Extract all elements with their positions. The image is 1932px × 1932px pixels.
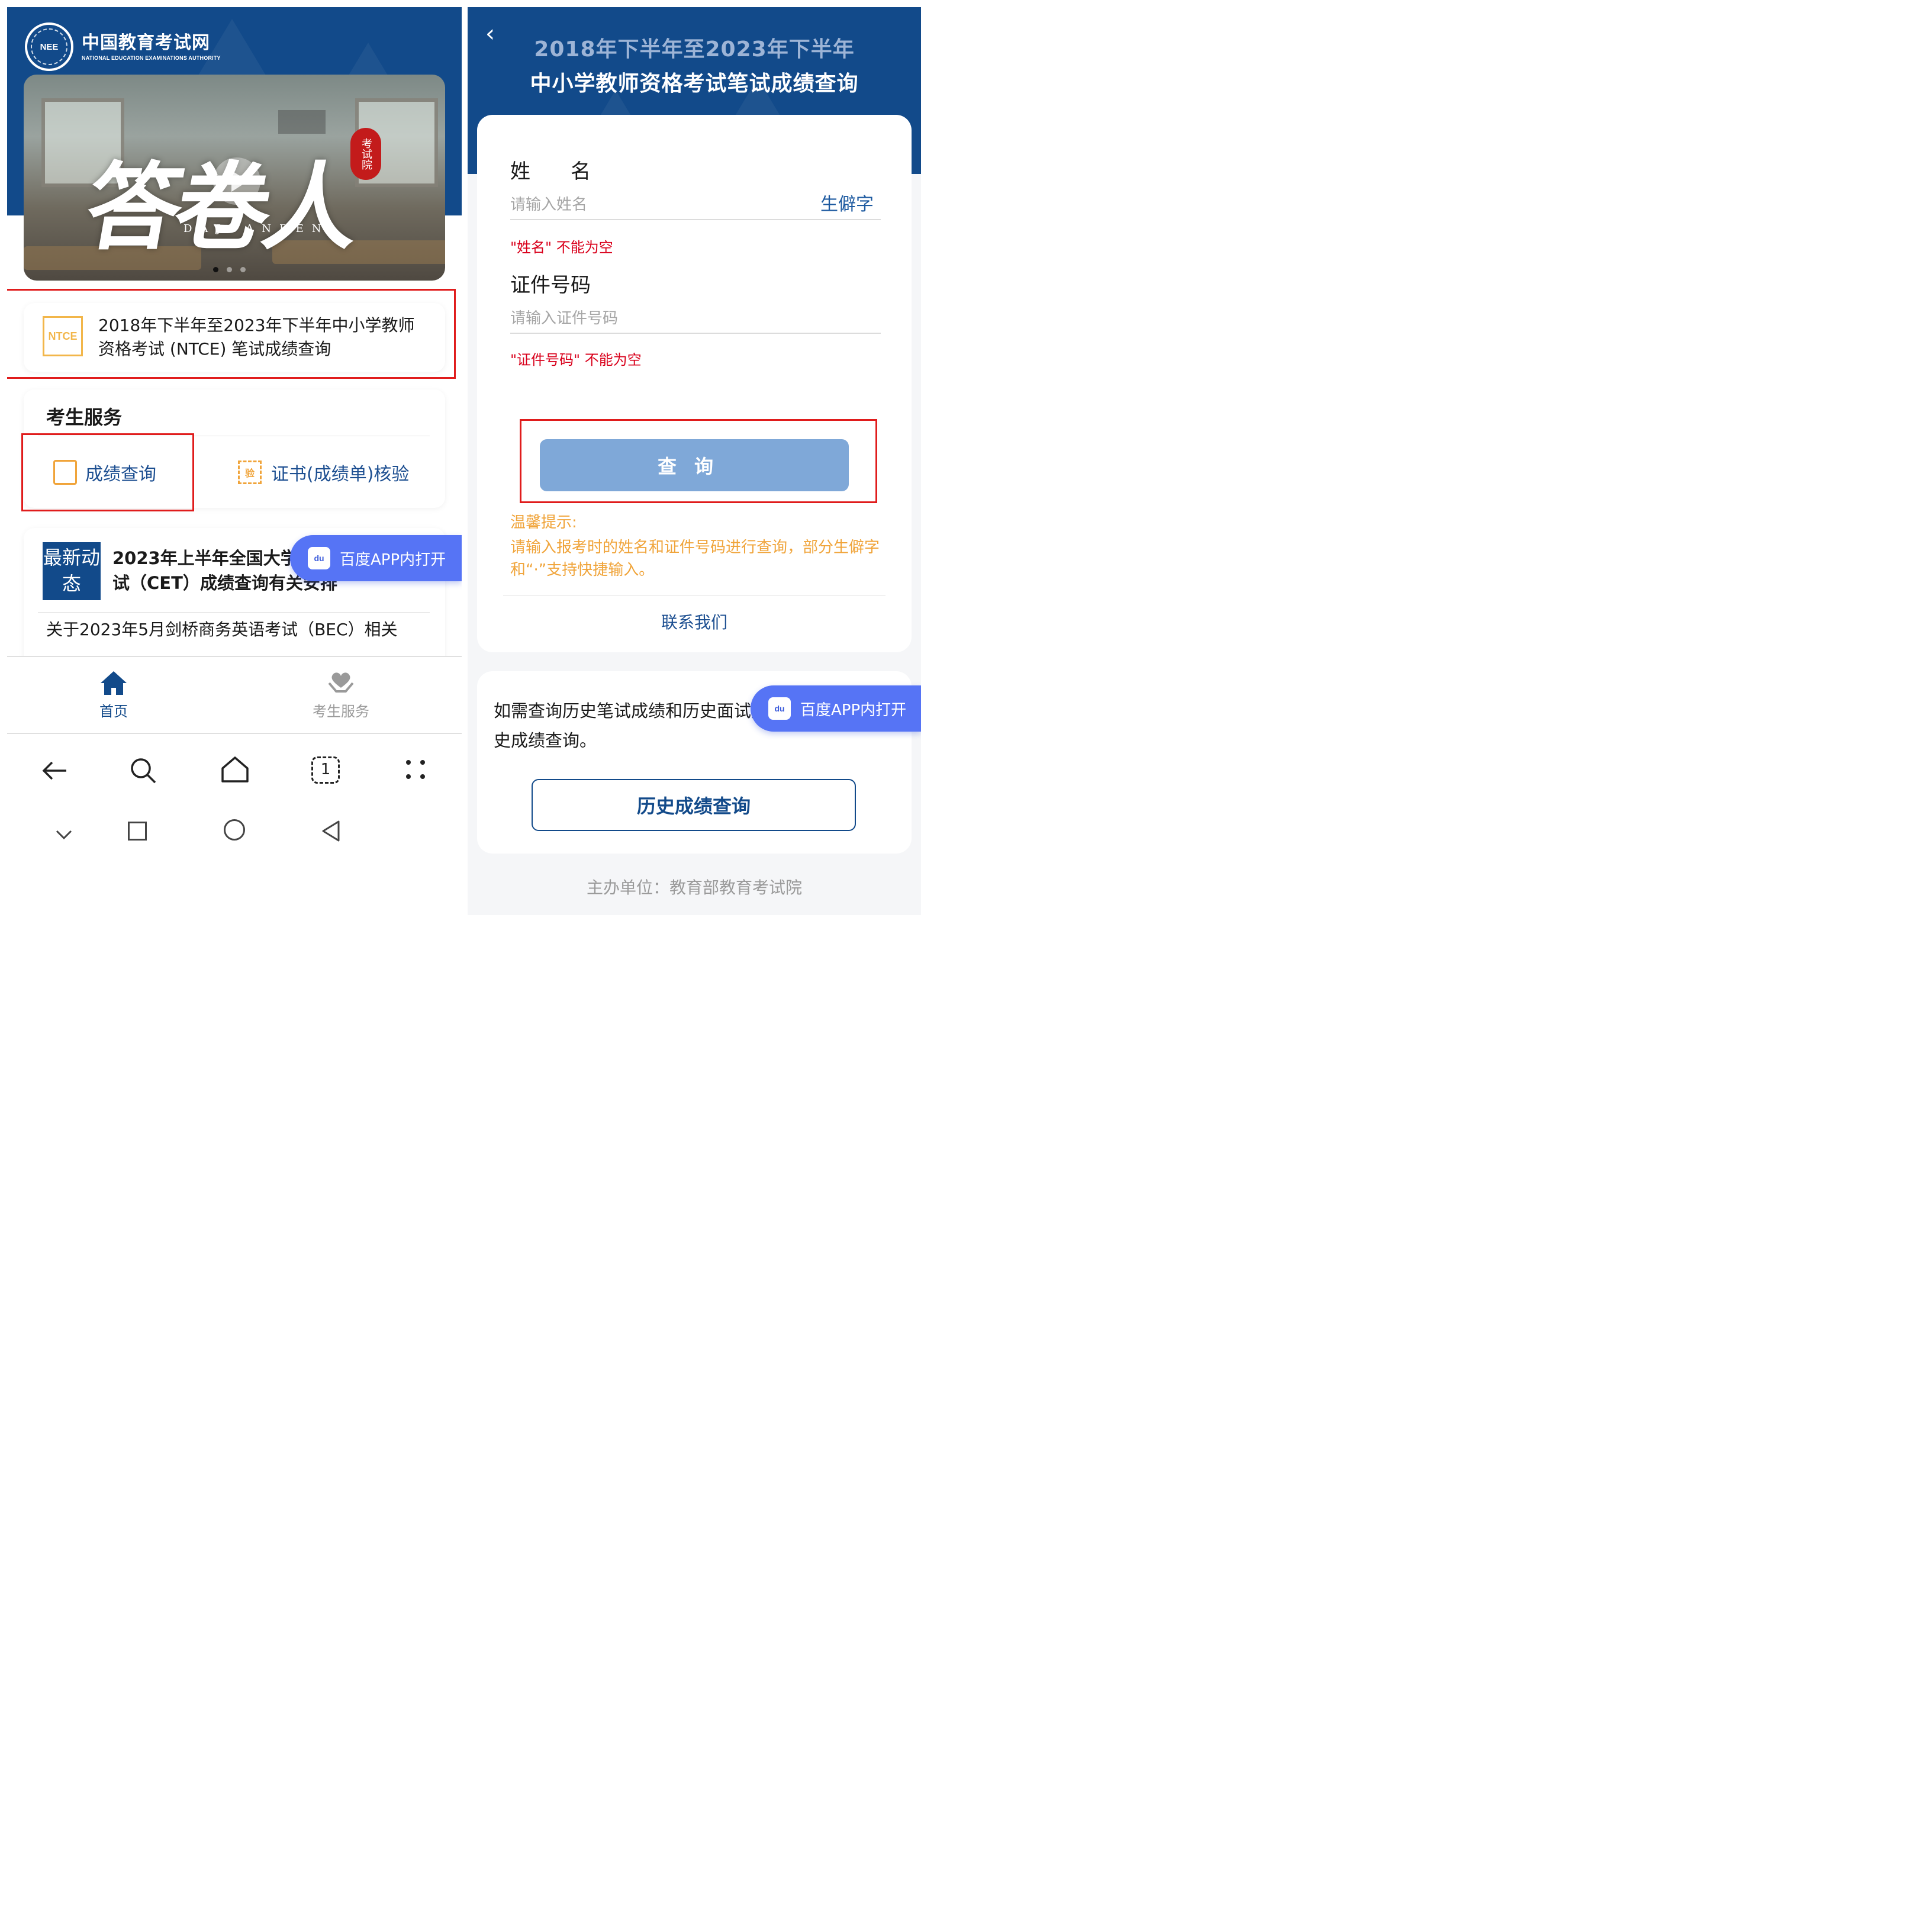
name-error: "姓名" 不能为空: [510, 239, 613, 256]
site-logo[interactable]: NEE 中国教育考试网 NATIONAL EDUCATION EXAMINATI…: [25, 22, 221, 71]
news-badge: 最新动态: [43, 542, 101, 600]
heart-service-icon: [328, 672, 354, 693]
tip-text: 请输入报考时的姓名和证件号码进行查询，部分生僻字和“·”支持快捷输入。: [510, 539, 880, 579]
id-label: 证件号码: [510, 273, 591, 297]
highlight-box: [520, 419, 877, 503]
site-name: 中国教育考试网: [82, 33, 210, 53]
page-title-line2: 中小学教师资格考试笔试成绩查询: [530, 72, 859, 96]
certificate-verify-link[interactable]: 验 证书(成绩单)核验: [238, 459, 409, 485]
carousel-dot[interactable]: [240, 267, 246, 272]
tip-title: 温馨提示:: [510, 514, 577, 532]
carousel-dot[interactable]: [213, 267, 218, 272]
banner-subtitle: DAJUANREN: [183, 223, 330, 235]
tab-home[interactable]: 首页: [54, 670, 173, 720]
site-name-en: NATIONAL EDUCATION EXAMINATIONS AUTHORIT…: [82, 55, 221, 61]
collapse-icon[interactable]: [54, 827, 73, 842]
home-circle-icon[interactable]: [224, 819, 245, 841]
highlight-box: [21, 433, 194, 511]
baidu-app-icon: du: [768, 697, 791, 720]
tab-candidate-services[interactable]: 考生服务: [282, 670, 400, 720]
home-icon: [101, 671, 127, 695]
right-screenshot: ‹ 2018年下半年至2023年下半年 中小学教师资格考试笔试成绩查询 姓 名 …: [468, 7, 921, 915]
organizer-footer: 主办单位：教育部教育考试院: [586, 878, 802, 897]
certificate-verify-icon: 验: [238, 461, 262, 484]
bottom-tab-bar: 首页 考生服务: [7, 656, 462, 734]
play-icon[interactable]: [213, 157, 260, 205]
open-in-baidu-button[interactable]: du 百度APP内打开: [751, 685, 921, 732]
seal-stamp: 考试院: [350, 128, 381, 180]
tabs-icon[interactable]: 1: [311, 756, 340, 784]
nee-logo-icon: NEE: [25, 22, 73, 71]
news-item[interactable]: 关于2023年5月剑桥商务英语考试（BEC）相关: [46, 618, 431, 642]
left-screenshot: NEE 中国教育考试网 NATIONAL EDUCATION EXAMINATI…: [7, 7, 462, 913]
id-number-input[interactable]: [510, 304, 881, 334]
page-title-line1: 2018年下半年至2023年下半年: [534, 37, 855, 62]
rare-char-button[interactable]: 生僻字: [820, 189, 874, 215]
back-arrow-icon[interactable]: [40, 758, 69, 784]
browser-toolbar: 1: [7, 734, 462, 913]
name-label: 姓 名: [510, 160, 591, 183]
score-query-form: 姓 名 生僻字 "姓名" 不能为空 证件号码 "证件号码" 不能为空 查询 温馨…: [477, 115, 912, 652]
back-triangle-icon[interactable]: [320, 819, 341, 843]
video-banner[interactable]: 答卷人 考试院 DAJUANREN: [24, 75, 445, 281]
recent-apps-icon[interactable]: [128, 822, 147, 841]
contact-us-link[interactable]: 联系我们: [477, 610, 912, 633]
id-error: "证件号码" 不能为空: [510, 352, 642, 368]
highlight-box: [7, 289, 456, 379]
services-title: 考生服务: [46, 406, 123, 429]
more-icon[interactable]: [404, 758, 427, 781]
carousel-dot[interactable]: [227, 267, 232, 272]
open-in-baidu-button[interactable]: du 百度APP内打开: [290, 535, 462, 581]
baidu-app-icon: du: [308, 547, 330, 569]
home-outline-icon[interactable]: [220, 755, 250, 784]
carousel-dots[interactable]: [213, 267, 246, 272]
history-score-button[interactable]: 历史成绩查询: [532, 779, 856, 831]
search-icon[interactable]: [129, 756, 157, 785]
